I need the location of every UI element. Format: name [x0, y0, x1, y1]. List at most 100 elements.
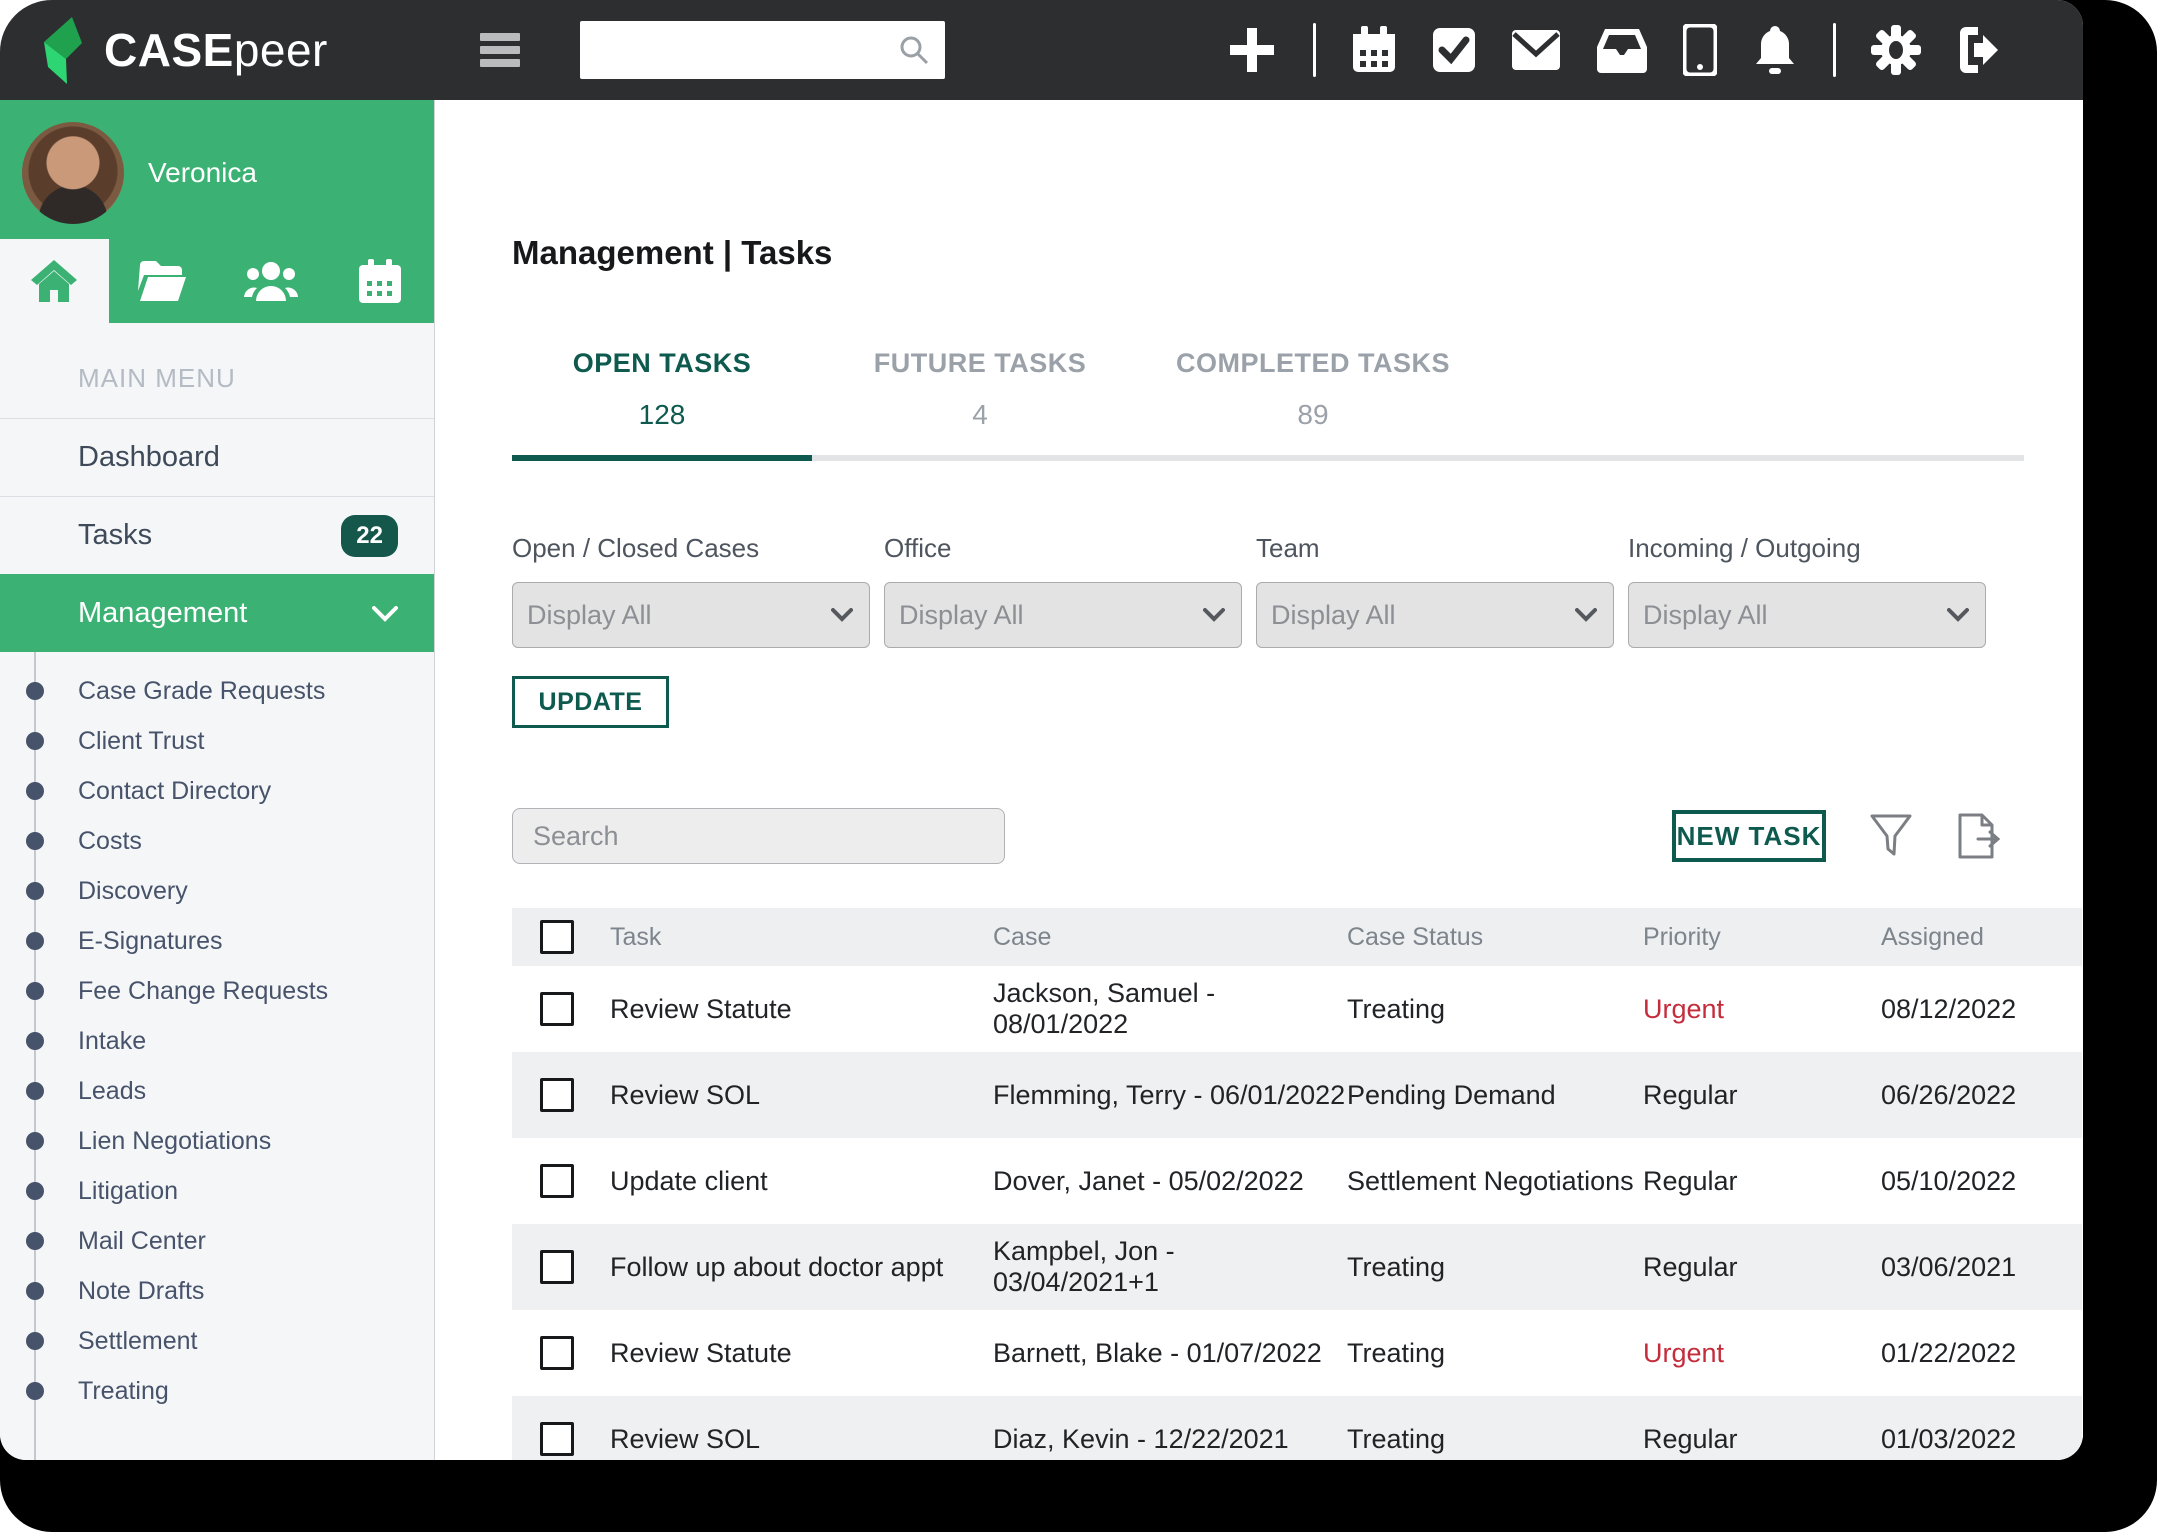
sign-out-icon[interactable]: [1956, 25, 2008, 75]
task-tab[interactable]: OPEN TASKS 128: [512, 348, 812, 461]
case-status-cell: Treating: [1347, 1338, 1643, 1369]
submenu-item-label: Client Trust: [78, 727, 204, 756]
phone-icon[interactable]: [1683, 24, 1717, 76]
filter-label: Office: [884, 533, 1242, 564]
filter-funnel-icon[interactable]: [1870, 814, 1912, 858]
calendar-icon: [359, 259, 401, 303]
submenu-item-label: Costs: [78, 827, 142, 856]
sidebar: Veronica: [0, 100, 435, 1460]
inbox-icon[interactable]: [1596, 27, 1648, 73]
submenu-item[interactable]: Case Grade Requests: [0, 666, 434, 716]
nav-tab-calendar[interactable]: [326, 239, 435, 323]
task-search-input[interactable]: [512, 808, 1005, 864]
submenu-item[interactable]: Litigation: [0, 1166, 434, 1216]
row-checkbox[interactable]: [540, 1078, 574, 1112]
nav-tab-home[interactable]: [0, 239, 109, 323]
bell-icon[interactable]: [1752, 24, 1798, 76]
tab-label: FUTURE TASKS: [812, 348, 1148, 379]
submenu-item[interactable]: Treating: [0, 1366, 434, 1416]
submenu-item[interactable]: Note Drafts: [0, 1266, 434, 1316]
priority-cell: Regular: [1643, 1166, 1881, 1197]
new-task-button[interactable]: NEW TASK: [1672, 810, 1826, 862]
case-status-cell: Treating: [1347, 1424, 1643, 1455]
row-checkbox[interactable]: [540, 992, 574, 1026]
submenu-item-label: Settlement: [78, 1327, 198, 1356]
task-cell: Follow up about doctor appt: [610, 1252, 993, 1283]
task-cell: Update client: [610, 1166, 993, 1197]
envelope-icon[interactable]: [1511, 28, 1561, 72]
tab-count: 128: [512, 399, 812, 431]
users-icon: [244, 261, 298, 301]
table-row[interactable]: Review SOL Diaz, Kevin - 12/22/2021 Trea…: [512, 1396, 2082, 1460]
export-icon[interactable]: [1956, 813, 2006, 859]
table-row[interactable]: Review SOL Flemming, Terry - 06/01/2022 …: [512, 1052, 2082, 1138]
assigned-cell: 03/06/2021: [1881, 1252, 2082, 1283]
case-cell: Flemming, Terry - 06/01/2022: [993, 1080, 1347, 1111]
filter-selected-value: Display All: [1643, 600, 1768, 631]
calendar-icon[interactable]: [1351, 26, 1397, 74]
filter-dropdown[interactable]: Display All: [512, 582, 870, 648]
submenu-item-label: Leads: [78, 1077, 146, 1106]
submenu-item[interactable]: Client Trust: [0, 716, 434, 766]
submenu-item-label: Contact Directory: [78, 777, 271, 806]
submenu-item[interactable]: Costs: [0, 816, 434, 866]
chevron-down-icon: [1575, 608, 1597, 622]
table-row[interactable]: Update client Dover, Janet - 05/02/2022 …: [512, 1138, 2082, 1224]
plus-icon[interactable]: [1226, 24, 1278, 76]
submenu-item[interactable]: Contact Directory: [0, 766, 434, 816]
chevron-down-icon: [1203, 608, 1225, 622]
filter-dropdown[interactable]: Display All: [1628, 582, 1986, 648]
submenu-item[interactable]: Fee Change Requests: [0, 966, 434, 1016]
page-title: Management | Tasks: [512, 234, 2083, 272]
tasks-count-badge: 22: [341, 515, 398, 557]
submenu-item-label: Litigation: [78, 1177, 178, 1206]
submenu-item-label: Intake: [78, 1027, 146, 1056]
submenu-item[interactable]: Leads: [0, 1066, 434, 1116]
select-all-checkbox[interactable]: [540, 920, 574, 954]
sidebar-header: Veronica: [0, 100, 434, 323]
priority-cell: Urgent: [1643, 1338, 1881, 1369]
gear-icon[interactable]: [1871, 25, 1921, 75]
brand-text-light: peer: [234, 24, 328, 76]
filter-dropdown[interactable]: Display All: [1256, 582, 1614, 648]
task-tab[interactable]: FUTURE TASKS 4: [812, 348, 1148, 455]
row-checkbox[interactable]: [540, 1422, 574, 1456]
row-checkbox[interactable]: [540, 1250, 574, 1284]
priority-cell: Regular: [1643, 1252, 1881, 1283]
brand-logo[interactable]: CASEpeer: [36, 15, 328, 85]
submenu-item-label: Discovery: [78, 877, 188, 906]
hamburger-menu-icon[interactable]: [480, 33, 520, 67]
column-header-task: Task: [610, 923, 993, 952]
topbar-search-input[interactable]: [580, 21, 945, 79]
table-body: Review Statute Jackson, Samuel - 08/01/2…: [512, 966, 2082, 1460]
screenshot-frame: CASEpeer: [0, 0, 2157, 1532]
sidebar-item-label: Management: [78, 597, 247, 630]
submenu-item-label: Case Grade Requests: [78, 677, 325, 706]
submenu-item[interactable]: Settlement: [0, 1316, 434, 1366]
main-menu: MAIN MENU Dashboard Tasks 22 Management: [0, 323, 434, 1460]
table-row[interactable]: Follow up about doctor appt Kampbel, Jon…: [512, 1224, 2082, 1310]
nav-tab-contacts[interactable]: [217, 239, 326, 323]
case-status-cell: Pending Demand: [1347, 1080, 1643, 1111]
table-row[interactable]: Review Statute Barnett, Blake - 01/07/20…: [512, 1310, 2082, 1396]
filter-dropdown[interactable]: Display All: [884, 582, 1242, 648]
sidebar-icon-tabs: [0, 239, 434, 323]
submenu-item[interactable]: Intake: [0, 1016, 434, 1066]
submenu-item-label: Fee Change Requests: [78, 977, 328, 1006]
submenu-item[interactable]: Mail Center: [0, 1216, 434, 1266]
task-tab[interactable]: COMPLETED TASKS 89: [1148, 348, 1478, 455]
row-checkbox[interactable]: [540, 1164, 574, 1198]
sidebar-item-management[interactable]: Management: [0, 574, 434, 652]
submenu-item[interactable]: E-Signatures: [0, 916, 434, 966]
check-square-icon[interactable]: [1432, 25, 1476, 75]
user-profile[interactable]: Veronica: [0, 100, 434, 224]
sidebar-item-tasks[interactable]: Tasks 22: [0, 496, 434, 574]
submenu-item[interactable]: Discovery: [0, 866, 434, 916]
table-row[interactable]: Review Statute Jackson, Samuel - 08/01/2…: [512, 966, 2082, 1052]
nav-tab-cases[interactable]: [109, 239, 218, 323]
task-cell: Review SOL: [610, 1080, 993, 1111]
submenu-item[interactable]: Lien Negotiations: [0, 1116, 434, 1166]
update-button[interactable]: UPDATE: [512, 676, 669, 728]
sidebar-item-dashboard[interactable]: Dashboard: [0, 418, 434, 496]
row-checkbox[interactable]: [540, 1336, 574, 1370]
